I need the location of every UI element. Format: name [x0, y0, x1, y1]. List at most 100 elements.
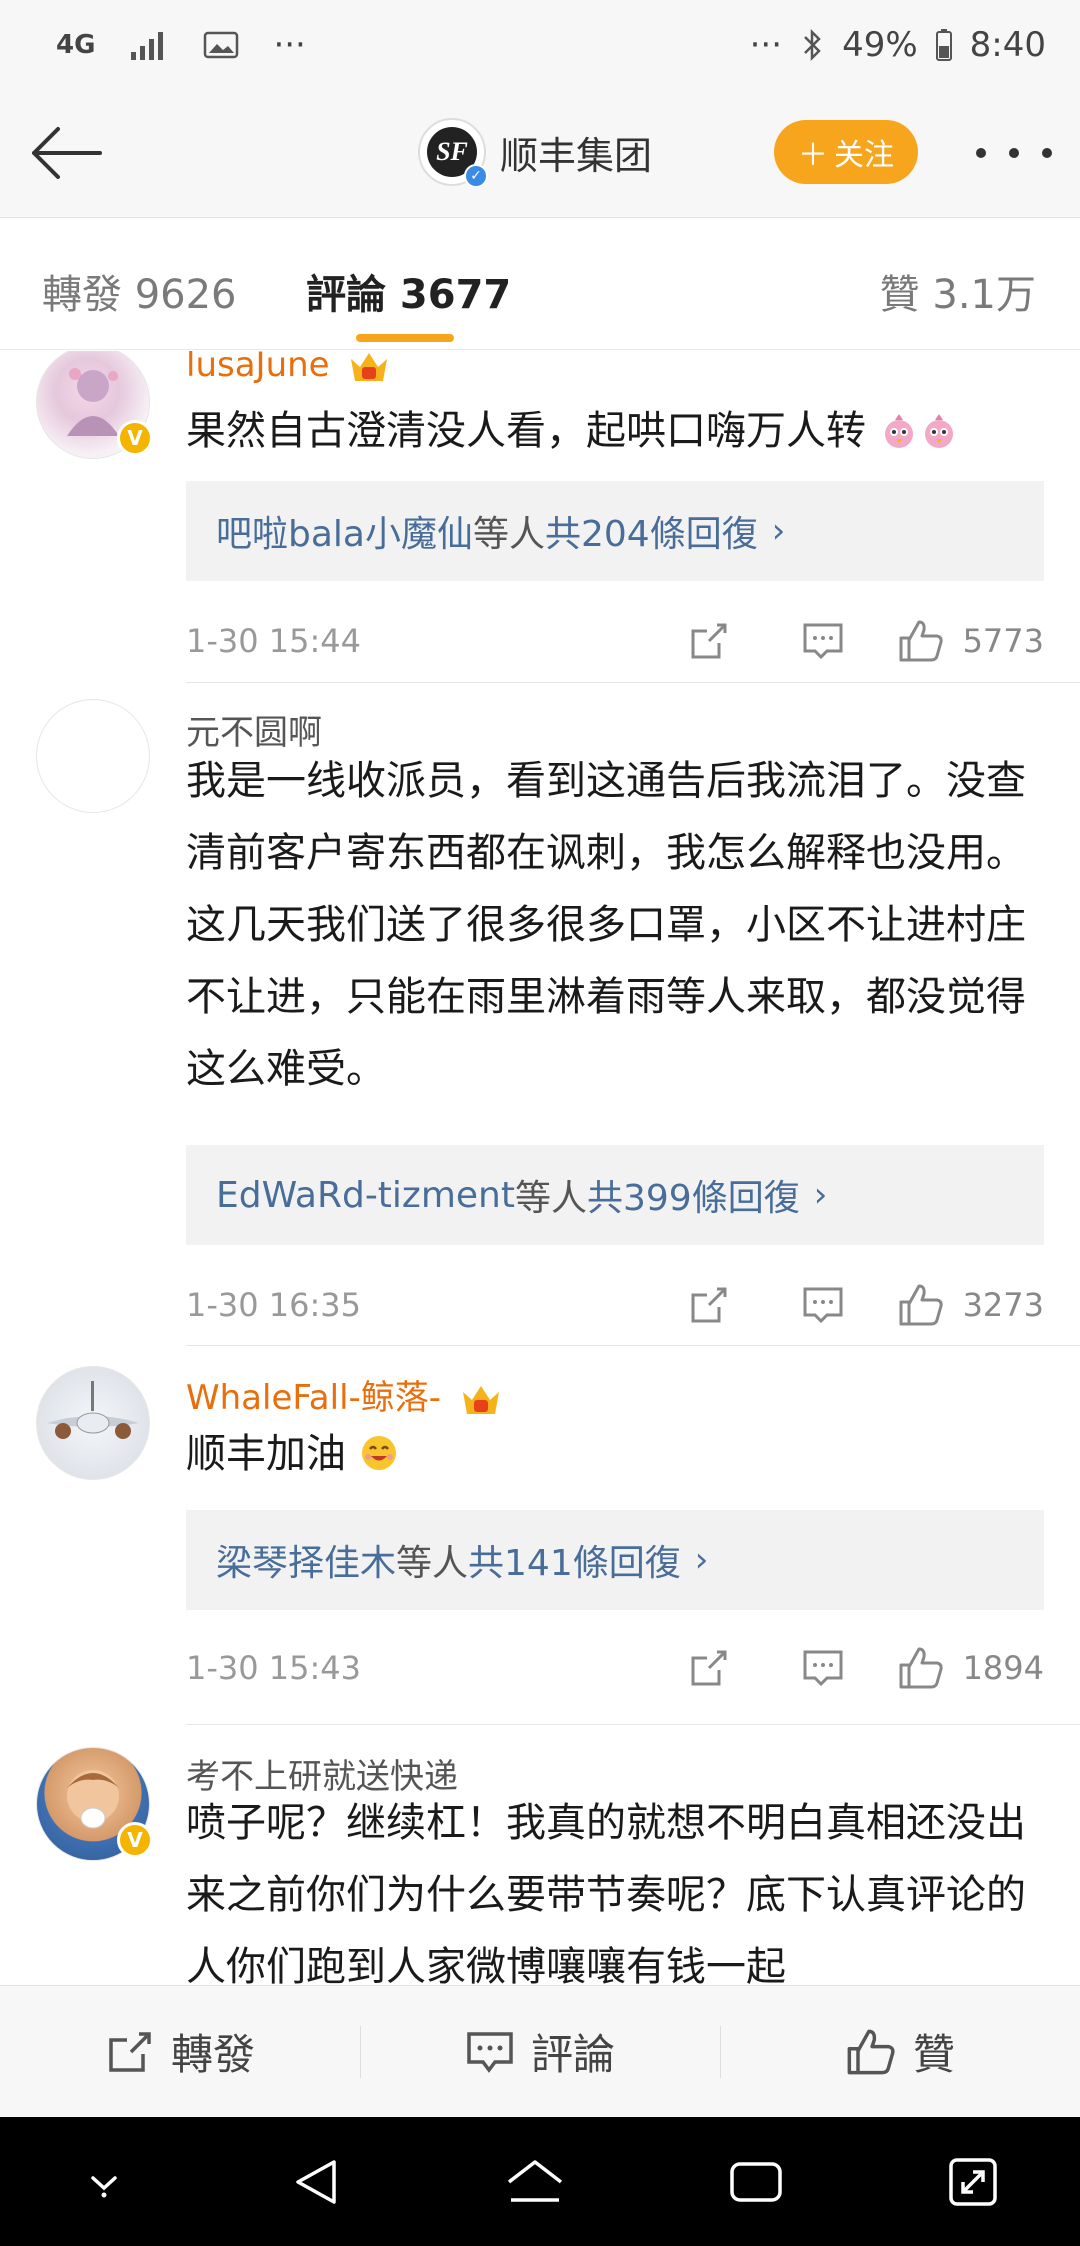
smile-emoji-icon: [361, 1436, 396, 1470]
angry-bird-emoji-icon: [884, 414, 913, 448]
repost-button[interactable]: 轉發: [0, 1986, 360, 2117]
comment-time: 1-30 15:43: [186, 1649, 362, 1687]
username-text: WhaleFall-鲸落-: [186, 1378, 442, 1418]
share-button[interactable]: [669, 1283, 749, 1327]
comment-feed[interactable]: V lusaJune 果然自古澄清没人看，起哄口嗨万人转 吧啦bala小魔仙 等…: [0, 351, 1080, 1985]
vip-crown-icon: [462, 1385, 499, 1414]
avatar[interactable]: [36, 699, 150, 813]
more-options-button[interactable]: [976, 130, 1052, 176]
account-brand[interactable]: SF ✓ 顺丰集团: [418, 118, 652, 188]
bottom-action-bar: 轉發 評論 贊: [0, 1985, 1080, 2117]
recents-icon: [730, 2161, 782, 2202]
nav-back-button[interactable]: [288, 2154, 344, 2210]
battery-percent: 49%: [842, 25, 918, 65]
clock: 8:40: [969, 25, 1046, 65]
comment-item: V lusaJune 果然自古澄清没人看，起哄口嗨万人转 吧啦bala小魔仙 等…: [0, 351, 1080, 683]
comment-meta: 1-30 15:44 5773: [186, 611, 1044, 671]
nav-recents-button[interactable]: [726, 2156, 786, 2208]
comment-item: WhaleFall-鲸落- 顺丰加油 梁琴择佳木 等人 共141條回復 › 1-…: [0, 1346, 1080, 1725]
chevron-right-icon: ›: [771, 511, 786, 551]
airplane-avatar-icon: [47, 1381, 139, 1439]
thumbs-up-icon: [899, 1647, 943, 1689]
expand-icon: [948, 2157, 997, 2206]
plus-icon: ＋: [798, 138, 828, 173]
comment-meta: 1-30 16:35 3273: [186, 1275, 1044, 1335]
comment-button[interactable]: 評論: [360, 1986, 720, 2117]
comment-text: 我是一线收派员，看到这通告后我流泪了。没查清前客户寄东西都在讽刺，我怎么解释也没…: [186, 758, 1026, 1092]
angry-bird-emoji-icon: [924, 414, 953, 448]
active-tab-indicator: [356, 334, 454, 342]
reply-users: 吧啦bala小魔仙: [216, 514, 473, 555]
reply-button[interactable]: [783, 1283, 863, 1327]
like-count: 5773: [962, 622, 1044, 660]
replies-summary[interactable]: EdWaRd-tizment 等人 共399條回復 ›: [186, 1145, 1044, 1245]
status-bar: 4G ··· ··· 49% 8:40: [0, 0, 1080, 90]
battery-icon: [935, 29, 952, 61]
tab-repost[interactable]: 轉發 9626: [42, 262, 237, 320]
like-label: 贊: [912, 2030, 955, 2079]
top-header: SF ✓ 顺丰集团 ＋ 关注: [0, 90, 1080, 218]
like-count: 3273: [962, 1286, 1044, 1324]
avatar[interactable]: [36, 1366, 150, 1480]
share-icon: [691, 623, 727, 659]
triangle-back-icon: [296, 2159, 336, 2204]
tab-comments[interactable]: 評論 3677: [306, 262, 511, 320]
comment-icon: [467, 2031, 513, 2073]
comment-icon: [803, 1287, 843, 1324]
notification-overflow: ···: [273, 25, 306, 65]
thumbs-up-icon: [847, 2029, 895, 2074]
username[interactable]: WhaleFall-鲸落-: [186, 1370, 502, 1419]
comment-text: 喷子呢？继续杠！我真的就想不明白真相还没出来之前你们为什么要带节奏呢？底下认真评…: [186, 1800, 1026, 1985]
brand-avatar: SF ✓: [418, 118, 488, 188]
more-dot-icon: [976, 148, 986, 158]
replies-summary[interactable]: 梁琴择佳木 等人 共141條回復 ›: [186, 1510, 1044, 1610]
reply-button[interactable]: [783, 1646, 863, 1690]
vip-crown-icon: [351, 352, 388, 381]
comment-label: 評論: [530, 2030, 615, 2079]
thumbs-up-icon: [899, 620, 943, 662]
follow-button[interactable]: ＋ 关注: [774, 120, 918, 184]
chevron-right-icon: ›: [694, 1540, 709, 1580]
like-button[interactable]: 5773: [897, 618, 1044, 664]
reply-mid: 等人: [396, 1543, 469, 1584]
comment-body: 果然自古澄清没人看，起哄口嗨万人转: [186, 408, 866, 454]
comment-body: 顺丰加油: [186, 1431, 346, 1477]
like-post-button[interactable]: 贊: [720, 1986, 1080, 2117]
verified-icon: ✓: [464, 164, 488, 188]
comment-item: V 考不上研就送快递 喷子呢？继续杠！我真的就想不明白真相还没出来之前你们为什么…: [0, 1725, 1080, 1985]
like-button[interactable]: 3273: [897, 1282, 1044, 1328]
home-icon: [507, 2159, 563, 2202]
reply-mid: 等人: [472, 514, 545, 555]
like-button[interactable]: 1894: [897, 1645, 1044, 1691]
comment-icon: [803, 623, 843, 660]
hide-keyboard-button[interactable]: [79, 2162, 129, 2202]
avatar[interactable]: V: [36, 351, 153, 459]
tab-likes[interactable]: 贊 3.1万: [880, 262, 1036, 320]
nav-home-button[interactable]: [503, 2156, 567, 2208]
reply-count: 共399條回復: [586, 1178, 800, 1219]
chevron-down-icon: [91, 2175, 118, 2197]
comment-text: 果然自古澄清没人看，起哄口嗨万人转: [186, 395, 1046, 467]
back-button[interactable]: [28, 120, 104, 186]
nav-expand-button[interactable]: [945, 2154, 1001, 2210]
username-text: lusaJune: [186, 351, 330, 385]
system-navigation-bar: [0, 2117, 1080, 2246]
replies-summary[interactable]: 吧啦bala小魔仙 等人 共204條回復 ›: [186, 481, 1044, 581]
comment-item: 元不圆啊 我是一线收派员，看到这通告后我流泪了。没查清前客户寄东西都在讽刺，我怎…: [0, 683, 1080, 1346]
comment-time: 1-30 15:44: [186, 622, 362, 660]
reply-count: 共141條回復: [468, 1543, 681, 1584]
more-dot-icon: [1042, 148, 1052, 158]
tab-bar: 轉發 9626 評論 3677 贊 3.1万: [0, 218, 1080, 350]
reply-button[interactable]: [783, 619, 863, 663]
reply-users: 梁琴择佳木: [216, 1543, 397, 1584]
thumbs-up-icon: [899, 1284, 943, 1326]
avatar[interactable]: V: [36, 1747, 153, 1861]
share-button[interactable]: [669, 1646, 749, 1690]
username[interactable]: lusaJune: [186, 351, 390, 385]
follow-label: 关注: [834, 138, 894, 173]
chevron-right-icon: ›: [813, 1175, 828, 1215]
comment-text: 顺丰加油: [186, 1418, 1046, 1490]
bluetooth-icon: [800, 28, 824, 62]
share-button[interactable]: [669, 619, 749, 663]
comment-meta: 1-30 15:43 1894: [186, 1638, 1044, 1698]
